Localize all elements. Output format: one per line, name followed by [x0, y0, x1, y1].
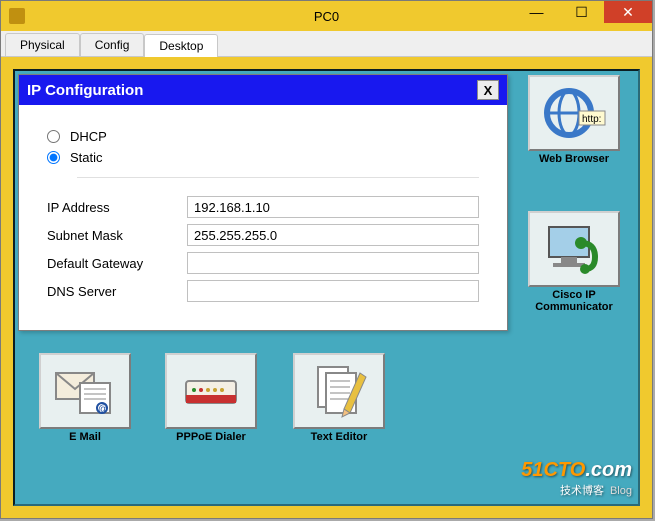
titlebar: PC0 — ☐ ✕: [1, 1, 652, 31]
app-icon: [9, 8, 25, 24]
app-web-browser[interactable]: http: Web Browser: [524, 75, 624, 165]
static-radio-row[interactable]: Static: [47, 150, 479, 165]
app-label: Text Editor: [289, 431, 389, 443]
tab-desktop[interactable]: Desktop: [144, 34, 218, 57]
app-label: Web Browser: [524, 153, 624, 165]
email-icon: @: [39, 353, 131, 429]
dhcp-radio[interactable]: [47, 130, 60, 143]
dns-server-label: DNS Server: [47, 284, 187, 299]
svg-text:http:: http:: [582, 114, 601, 125]
dialog-body: DHCP Static IP Address Subnet Mask: [19, 105, 507, 330]
web-browser-icon: http:: [528, 75, 620, 151]
window-title: PC0: [314, 9, 339, 24]
app-label: PPPoE Dialer: [161, 431, 261, 443]
default-gateway-input[interactable]: [187, 252, 479, 274]
app-email[interactable]: @ E Mail: [35, 353, 135, 443]
watermark-sub: 技术博客Blog: [521, 482, 632, 498]
ip-address-label: IP Address: [47, 200, 187, 215]
watermark: 51CTO.com 技术博客Blog: [521, 459, 632, 498]
ip-address-input[interactable]: [187, 196, 479, 218]
minimize-button[interactable]: —: [514, 1, 559, 23]
static-label: Static: [70, 150, 103, 165]
divider: [77, 177, 479, 178]
text-editor-icon: [293, 353, 385, 429]
desktop-panel: http: Web Browser Cisco IP Comm: [13, 69, 640, 506]
close-button[interactable]: ✕: [604, 1, 652, 23]
dialog-titlebar: IP Configuration X: [19, 75, 507, 105]
app-text-editor[interactable]: Text Editor: [289, 353, 389, 443]
default-gateway-label: Default Gateway: [47, 256, 187, 271]
app-window: PC0 — ☐ ✕ Physical Config Desktop http:: [0, 0, 653, 519]
app-label: E Mail: [35, 431, 135, 443]
app-pppoe-dialer[interactable]: PPPoE Dialer: [161, 353, 261, 443]
window-controls: — ☐ ✕: [514, 1, 652, 31]
maximize-button[interactable]: ☐: [559, 1, 604, 23]
tab-physical[interactable]: Physical: [5, 33, 80, 56]
cisco-ip-icon: [528, 211, 620, 287]
watermark-brand: 51CTO.com: [521, 459, 632, 482]
dns-server-input[interactable]: [187, 280, 479, 302]
default-gateway-row: Default Gateway: [47, 252, 479, 274]
ip-address-row: IP Address: [47, 196, 479, 218]
pppoe-icon: [165, 353, 257, 429]
static-radio[interactable]: [47, 151, 60, 164]
app-label: Cisco IP Communicator: [524, 289, 624, 313]
subnet-mask-row: Subnet Mask: [47, 224, 479, 246]
content-area: http: Web Browser Cisco IP Comm: [1, 57, 652, 518]
app-cisco-ip-communicator[interactable]: Cisco IP Communicator: [524, 211, 624, 313]
dialog-title: IP Configuration: [27, 82, 477, 99]
dialog-close-button[interactable]: X: [477, 80, 499, 100]
dns-server-row: DNS Server: [47, 280, 479, 302]
ip-configuration-dialog: IP Configuration X DHCP Static IP Addres…: [18, 74, 508, 331]
tabs: Physical Config Desktop: [1, 31, 652, 57]
subnet-mask-label: Subnet Mask: [47, 228, 187, 243]
dhcp-radio-row[interactable]: DHCP: [47, 129, 479, 144]
subnet-mask-input[interactable]: [187, 224, 479, 246]
tab-config[interactable]: Config: [80, 33, 145, 56]
dhcp-label: DHCP: [70, 129, 107, 144]
svg-text:@: @: [98, 404, 108, 415]
